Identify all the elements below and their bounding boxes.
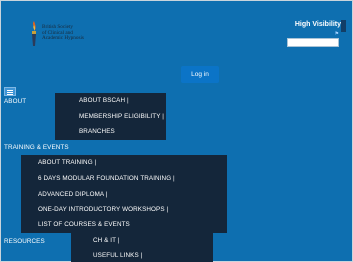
resources-dropdown: CH & IT | USEFUL LINKS | xyxy=(71,233,213,262)
nav-introductory-workshops[interactable]: ONE-DAY INTRODUCTORY WORKSHOPS | xyxy=(38,206,168,213)
site-logo[interactable]: British Society of Clinical and Academic… xyxy=(27,19,107,51)
nav-about-bscah[interactable]: ABOUT BSCAH | xyxy=(79,97,129,104)
logo-line: Academic Hypnosis xyxy=(42,35,84,42)
nav-membership-eligibility[interactable]: MEMBERSHIP ELIGIBILITY | xyxy=(79,113,164,120)
nav-branches[interactable]: BRANCHES xyxy=(79,128,115,135)
about-dropdown: ABOUT BSCAH | MEMBERSHIP ELIGIBILITY | B… xyxy=(55,93,166,140)
nav-courses-events[interactable]: LIST OF COURSES & EVENTS xyxy=(38,221,130,228)
nav-about-training[interactable]: ABOUT TRAINING | xyxy=(38,159,96,166)
menu-toggle-icon[interactable] xyxy=(4,87,16,96)
torch-logo-icon xyxy=(32,21,36,46)
nav-ch-it[interactable]: CH & IT | xyxy=(93,237,120,244)
nav-useful-links[interactable]: USEFUL LINKS | xyxy=(93,252,142,259)
nav-foundation-training[interactable]: 6 DAYS MODULAR FOUNDATION TRAINING | xyxy=(38,175,175,182)
flag-icon: ⚑ xyxy=(334,31,339,37)
high-visibility-toggle[interactable] xyxy=(341,20,346,32)
login-button[interactable]: Log in xyxy=(181,66,219,83)
nav-about[interactable]: ABOUT xyxy=(4,98,26,105)
training-dropdown: ABOUT TRAINING | 6 DAYS MODULAR FOUNDATI… xyxy=(21,155,227,233)
nav-advanced-diploma[interactable]: ADVANCED DIPLOMA | xyxy=(38,191,107,198)
search-input[interactable] xyxy=(287,38,339,47)
logo-text: British Society of Clinical and Academic… xyxy=(42,24,84,42)
high-visibility-link[interactable]: High Visibility xyxy=(295,21,341,28)
nav-resources[interactable]: RESOURCES xyxy=(4,238,45,245)
nav-training-events[interactable]: TRAINING & EVENTS xyxy=(4,144,69,151)
